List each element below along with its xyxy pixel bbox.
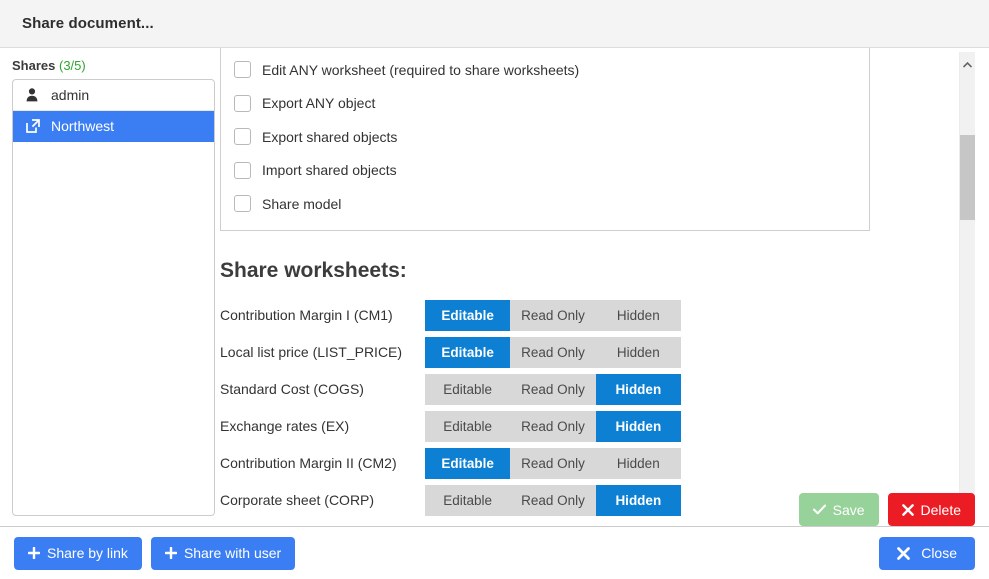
worksheet-row: Exchange rates (EX) Editable Read Only Hidd… <box>220 408 951 445</box>
worksheet-access-option-hidden[interactable]: Hidden <box>595 484 681 516</box>
permission-label: Share model <box>262 195 342 212</box>
close-x-icon <box>901 503 914 516</box>
worksheet-row: Standard Cost (COGS) Editable Read Only Hid… <box>220 371 951 408</box>
permission-row: Import shared objects <box>221 154 869 188</box>
worksheet-access-segmented-control: Editable Read Only Hidden <box>425 484 681 516</box>
external-link-icon <box>26 119 44 133</box>
permission-label: Export ANY object <box>262 95 376 112</box>
worksheet-access-segmented-control: Editable Read Only Hidden <box>425 373 681 405</box>
share-list-item[interactable]: Northwest <box>13 111 214 142</box>
worksheet-access-option-editable[interactable]: Editable <box>425 373 511 405</box>
share-list-item-label: admin <box>51 87 90 103</box>
save-button[interactable]: Save <box>798 493 879 526</box>
close-button-label: Close <box>921 545 957 561</box>
worksheet-name: Standard Cost (COGS) <box>220 381 364 397</box>
worksheet-access-option-read-only[interactable]: Read Only <box>510 484 596 516</box>
delete-button[interactable]: Delete <box>887 493 975 526</box>
share-by-link-button[interactable]: Share by link <box>14 536 142 570</box>
worksheet-access-option-hidden[interactable]: Hidden <box>595 410 681 442</box>
worksheet-access-option-hidden[interactable]: Hidden <box>595 336 681 368</box>
share-with-user-button[interactable]: Share with user <box>150 536 296 570</box>
share-by-link-label: Share by link <box>47 545 128 561</box>
record-actions: Save Delete <box>798 493 975 526</box>
worksheet-access-segmented-control: Editable Read Only Hidden <box>425 410 681 442</box>
worksheet-access-segmented-control: Editable Read Only Hidden <box>425 299 681 331</box>
worksheets-list: Contribution Margin I (CM1) Editable Read … <box>220 297 951 519</box>
shares-sidebar: Shares (3/5) admin Northwest <box>0 48 215 526</box>
content-inner: Edit ANY worksheet (required to share wo… <box>215 48 951 519</box>
shares-list[interactable]: admin Northwest <box>12 79 215 516</box>
permission-label: Export shared objects <box>262 128 398 145</box>
permission-row: Share model <box>221 187 869 221</box>
worksheet-access-option-hidden[interactable]: Hidden <box>595 373 681 405</box>
user-icon <box>26 88 44 102</box>
permission-checkbox[interactable] <box>234 94 251 112</box>
share-with-user-label: Share with user <box>183 545 282 561</box>
worksheet-access-option-hidden[interactable]: Hidden <box>595 447 681 479</box>
dialog-title: Share document... <box>22 15 154 32</box>
worksheet-access-segmented-control: Editable Read Only Hidden <box>425 447 681 479</box>
worksheet-access-option-read-only[interactable]: Read Only <box>510 410 596 442</box>
worksheet-row: Contribution Margin II (CM2) Editable Read… <box>220 445 951 482</box>
dialog-header: Share document... <box>0 0 989 48</box>
share-worksheets-heading: Share worksheets: <box>220 258 407 282</box>
worksheet-access-option-editable[interactable]: Editable <box>425 410 511 442</box>
footer-left-actions: Share by link Share with user <box>14 536 296 570</box>
save-button-label: Save <box>832 501 865 518</box>
shares-count: (3/5) <box>59 58 86 73</box>
share-document-dialog: Share document... Shares (3/5) admin Nort… <box>0 0 989 579</box>
permission-label: Edit ANY worksheet (required to share wo… <box>262 61 580 78</box>
content-scrollport: Edit ANY worksheet (required to share wo… <box>215 48 951 526</box>
permission-row: Export shared objects <box>221 120 869 154</box>
worksheet-access-option-editable[interactable]: Editable <box>425 447 511 479</box>
scroll-up-icon[interactable] <box>960 57 975 72</box>
worksheet-name: Contribution Margin II (CM2) <box>220 455 397 471</box>
worksheet-access-option-hidden[interactable]: Hidden <box>595 299 681 331</box>
close-button[interactable]: Close <box>879 536 975 570</box>
worksheet-row: Local list price (LIST_PRICE) Editable Rea… <box>220 334 951 371</box>
worksheet-access-option-editable[interactable]: Editable <box>425 484 511 516</box>
shares-label-text: Shares <box>12 58 56 73</box>
worksheet-access-segmented-control: Editable Read Only Hidden <box>425 336 681 368</box>
footer-right-actions: Close <box>879 536 975 570</box>
content-scrollbar[interactable] <box>959 52 975 522</box>
close-x-icon <box>897 546 911 560</box>
worksheet-access-option-editable[interactable]: Editable <box>425 299 511 331</box>
worksheet-name: Contribution Margin I (CM1) <box>220 307 393 323</box>
delete-button-label: Delete <box>920 501 961 518</box>
worksheet-name: Exchange rates (EX) <box>220 418 350 434</box>
check-icon <box>812 504 826 515</box>
dialog-body: Shares (3/5) admin Northwest Edit ANY wor… <box>0 48 989 526</box>
shares-label: Shares (3/5) <box>12 58 215 73</box>
permission-row: Export ANY object <box>221 87 869 121</box>
permission-checkbox[interactable] <box>234 161 251 179</box>
permission-checkbox[interactable] <box>234 128 251 146</box>
permissions-panel: Edit ANY worksheet (required to share wo… <box>220 48 870 231</box>
worksheet-name: Local list price (LIST_PRICE) <box>220 344 403 360</box>
share-list-item[interactable]: admin <box>13 80 214 111</box>
worksheet-access-option-read-only[interactable]: Read Only <box>510 336 596 368</box>
worksheet-access-option-read-only[interactable]: Read Only <box>510 373 596 405</box>
permission-checkbox[interactable] <box>234 61 251 79</box>
worksheet-access-option-read-only[interactable]: Read Only <box>510 447 596 479</box>
plus-icon <box>164 547 177 559</box>
content-area: Edit ANY worksheet (required to share wo… <box>215 48 989 526</box>
permission-checkbox[interactable] <box>234 195 251 213</box>
worksheet-name: Corporate sheet (CORP) <box>220 492 375 508</box>
dialog-footer: Share by link Share with user Close <box>0 526 989 579</box>
worksheet-row: Contribution Margin I (CM1) Editable Read … <box>220 297 951 334</box>
worksheet-access-option-editable[interactable]: Editable <box>425 336 511 368</box>
permission-row: Edit ANY worksheet (required to share wo… <box>221 53 869 87</box>
share-list-item-label: Northwest <box>51 118 115 134</box>
plus-icon <box>28 547 40 559</box>
scrollbar-thumb[interactable] <box>960 135 975 220</box>
worksheet-access-option-read-only[interactable]: Read Only <box>510 299 596 331</box>
permission-label: Import shared objects <box>262 162 397 179</box>
